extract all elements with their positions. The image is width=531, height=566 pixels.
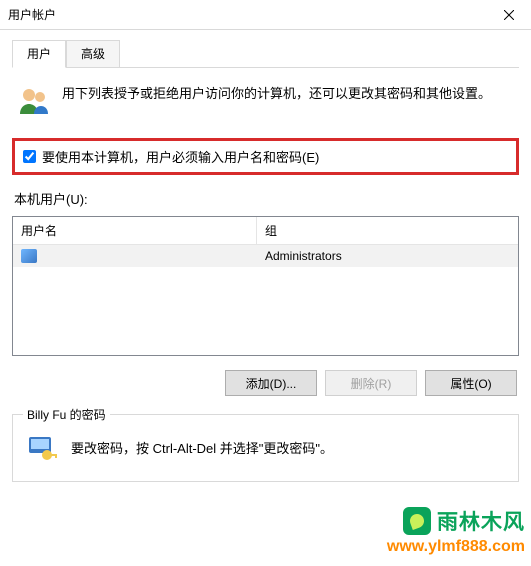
- tab-advanced[interactable]: 高级: [66, 40, 120, 67]
- close-button[interactable]: [486, 0, 531, 29]
- tabstrip: 用户 高级: [12, 40, 519, 68]
- table-row[interactable]: Administrators: [13, 245, 518, 267]
- intro-section: 用下列表授予或拒绝用户访问你的计算机，还可以更改其密码和其他设置。: [12, 78, 519, 130]
- users-icon: [16, 84, 52, 120]
- require-login-label: 要使用本计算机，用户必须输入用户名和密码(E): [42, 147, 319, 166]
- user-listview[interactable]: 用户名 组 Administrators: [12, 216, 519, 356]
- user-buttons: 添加(D)... 删除(R) 属性(O): [12, 364, 519, 398]
- watermark-brand: 雨林木风: [437, 506, 525, 536]
- window-title: 用户帐户: [8, 6, 56, 23]
- cell-group: Administrators: [257, 247, 518, 265]
- tab-user[interactable]: 用户: [12, 40, 66, 68]
- watermark-url: www.ylmf888.com: [387, 538, 525, 556]
- listview-header: 用户名 组: [13, 217, 518, 245]
- password-instruction: 要改密码，按 Ctrl-Alt-Del 并选择"更改密码"。: [71, 438, 333, 457]
- require-login-row: 要使用本计算机，用户必须输入用户名和密码(E): [12, 138, 519, 175]
- add-button[interactable]: 添加(D)...: [225, 370, 317, 396]
- password-icon: [23, 429, 59, 465]
- cell-username: [13, 247, 257, 265]
- userlist-caption: 本机用户(U):: [12, 183, 519, 208]
- col-group[interactable]: 组: [257, 217, 518, 244]
- intro-text: 用下列表授予或拒绝用户访问你的计算机，还可以更改其密码和其他设置。: [62, 84, 491, 104]
- col-username[interactable]: 用户名: [13, 217, 257, 244]
- properties-button[interactable]: 属性(O): [425, 370, 517, 396]
- user-icon: [21, 249, 37, 263]
- password-groupbox: Billy Fu 的密码 要改密码，按 Ctrl-Alt-Del 并选择"更改密…: [12, 414, 519, 482]
- close-icon: [504, 10, 514, 20]
- watermark-logo-icon: [403, 507, 431, 535]
- watermark: 雨林木风 www.ylmf888.com: [387, 506, 525, 556]
- remove-button: 删除(R): [325, 370, 417, 396]
- require-login-checkbox[interactable]: [23, 150, 36, 163]
- password-group-title: Billy Fu 的密码: [23, 406, 110, 423]
